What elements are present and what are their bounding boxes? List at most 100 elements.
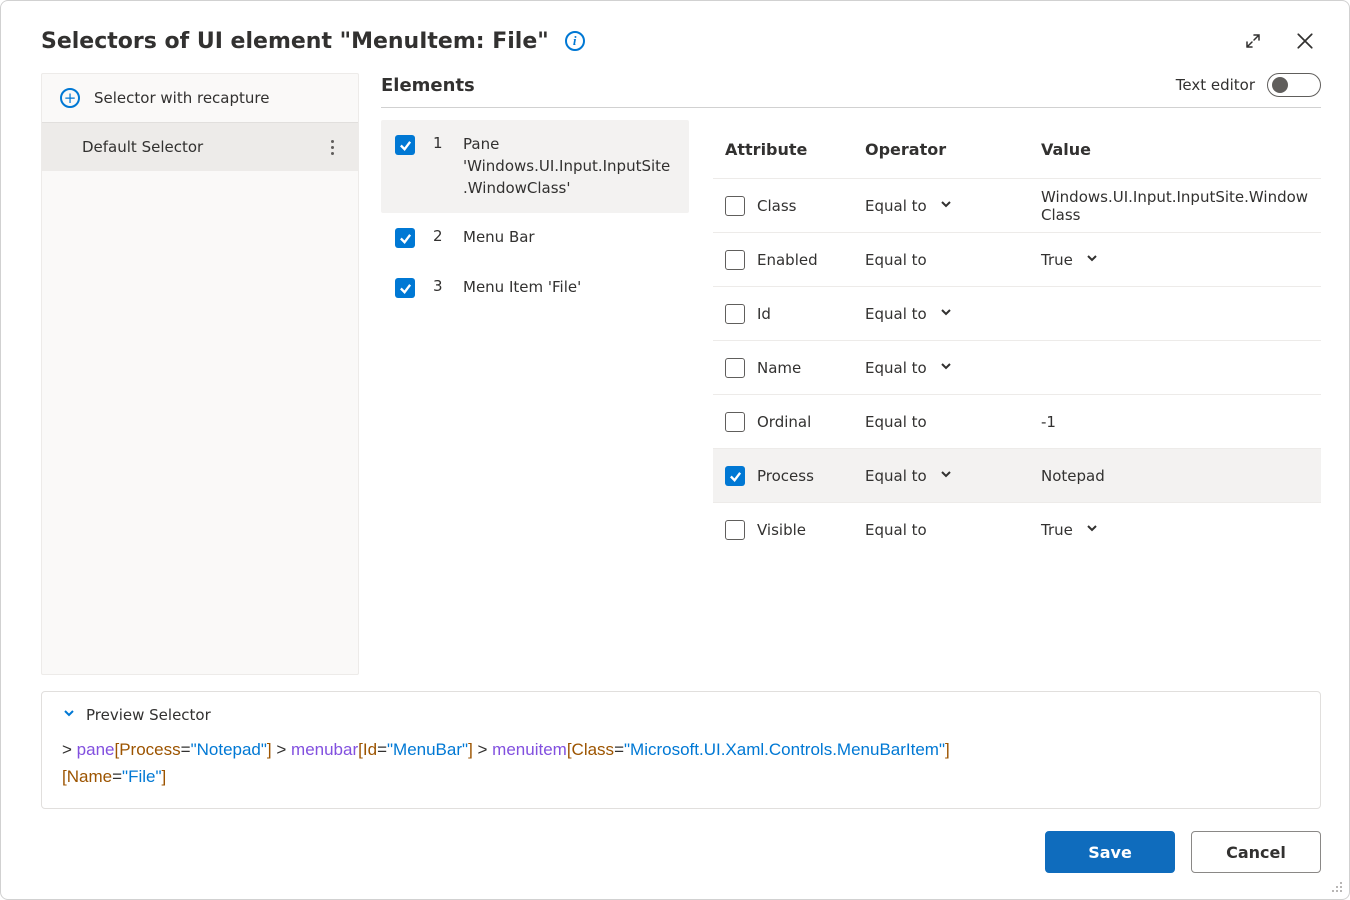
attribute-operator: Equal to	[865, 197, 927, 215]
main-header: Elements Text editor	[381, 73, 1321, 108]
attribute-table-header: Attribute Operator Value	[713, 120, 1321, 178]
dialog-title: Selectors of UI element "MenuItem: File"	[41, 29, 549, 54]
preview-token: =	[181, 740, 191, 759]
attribute-row[interactable]: IdEqual to	[713, 286, 1321, 340]
preview-token: =	[377, 740, 387, 759]
element-checkbox[interactable]	[395, 135, 415, 155]
preview-token: >	[473, 740, 492, 759]
preview-token: Id	[363, 740, 377, 759]
titlebar: Selectors of UI element "MenuItem: File"…	[1, 1, 1349, 73]
element-row[interactable]: 3 Menu Item 'File'	[381, 263, 689, 313]
sidebar-selector-item[interactable]: Default Selector	[42, 123, 358, 171]
element-name: Pane 'Windows.UI.Input.InputSite.WindowC…	[463, 134, 675, 199]
close-icon[interactable]	[1289, 25, 1321, 57]
chevron-down-icon	[62, 706, 76, 724]
attribute-name: Ordinal	[757, 413, 811, 431]
attribute-checkbox[interactable]	[725, 250, 745, 270]
attribute-row[interactable]: Enabled Equal to True	[713, 232, 1321, 286]
preview-token: menubar	[291, 740, 358, 759]
element-index: 2	[433, 227, 445, 245]
text-editor-label: Text editor	[1176, 76, 1255, 94]
attribute-row[interactable]: Class Equal to Windows.UI.Input.InputSite.…	[713, 178, 1321, 232]
chevron-down-icon[interactable]	[939, 359, 953, 377]
element-index: 3	[433, 277, 445, 295]
element-row[interactable]: 2 Menu Bar	[381, 213, 689, 263]
plus-icon: +	[60, 88, 80, 108]
attribute-name: Class	[757, 197, 796, 215]
selector-builder-dialog: Selectors of UI element "MenuItem: File"…	[0, 0, 1350, 900]
preview-token: >	[62, 740, 77, 759]
chevron-down-icon[interactable]	[1085, 521, 1099, 539]
preview-token: "File"	[122, 767, 161, 786]
preview-title: Preview Selector	[86, 706, 211, 724]
more-icon[interactable]	[322, 137, 342, 157]
col-operator: Operator	[865, 140, 1041, 159]
attribute-operator: Equal to	[865, 251, 927, 269]
attribute-value: -1	[1041, 413, 1056, 431]
attribute-checkbox[interactable]	[725, 520, 745, 540]
attribute-checkbox[interactable]	[725, 358, 745, 378]
attribute-row[interactable]: ProcessEqual toNotepad	[713, 448, 1321, 502]
preview-token: Process	[119, 740, 180, 759]
selector-with-recapture-button[interactable]: + Selector with recapture	[42, 74, 358, 123]
chevron-down-icon[interactable]	[1085, 251, 1099, 269]
element-checkbox[interactable]	[395, 278, 415, 298]
attribute-checkbox[interactable]	[725, 466, 745, 486]
element-checkbox[interactable]	[395, 228, 415, 248]
attribute-row[interactable]: Ordinal Equal to -1	[713, 394, 1321, 448]
attribute-value: True	[1041, 521, 1073, 539]
preview-token: >	[272, 740, 291, 759]
expand-icon[interactable]	[1237, 25, 1269, 57]
preview-token: =	[112, 767, 122, 786]
preview-token: =	[614, 740, 624, 759]
info-icon[interactable]: i	[565, 31, 585, 51]
attribute-operator: Equal to	[865, 521, 927, 539]
attribute-name: Id	[757, 305, 771, 323]
attribute-name: Visible	[757, 521, 806, 539]
attribute-operator: Equal to	[865, 467, 927, 485]
preview-token: Class	[572, 740, 615, 759]
attribute-checkbox[interactable]	[725, 304, 745, 324]
save-button[interactable]: Save	[1045, 831, 1175, 873]
attribute-checkbox[interactable]	[725, 412, 745, 432]
attribute-operator: Equal to	[865, 413, 927, 431]
text-editor-toggle[interactable]	[1267, 73, 1321, 97]
resize-handle-icon[interactable]	[1329, 879, 1343, 893]
col-attribute: Attribute	[725, 140, 865, 159]
element-name: Menu Bar	[463, 227, 535, 249]
preview-token: Name	[67, 767, 112, 786]
elements-heading: Elements	[381, 75, 475, 96]
toggle-knob	[1272, 77, 1288, 93]
attribute-row[interactable]: Visible Equal to True	[713, 502, 1321, 556]
elements-list: 1 Pane 'Windows.UI.Input.InputSite.Window…	[381, 120, 689, 675]
recapture-label: Selector with recapture	[94, 89, 269, 107]
attribute-name: Enabled	[757, 251, 818, 269]
preview-token: menuitem	[492, 740, 567, 759]
preview-token: pane	[77, 740, 115, 759]
element-name: Menu Item 'File'	[463, 277, 581, 299]
cancel-button[interactable]: Cancel	[1191, 831, 1321, 873]
col-value: Value	[1041, 140, 1309, 159]
selector-sidebar: + Selector with recapture Default Select…	[41, 73, 359, 675]
chevron-down-icon[interactable]	[939, 467, 953, 485]
attribute-row[interactable]: NameEqual to	[713, 340, 1321, 394]
dialog-footer: Save Cancel	[1, 809, 1349, 899]
preview-toggle[interactable]: Preview Selector	[62, 706, 1300, 724]
attribute-name: Name	[757, 359, 801, 377]
chevron-down-icon[interactable]	[939, 305, 953, 323]
preview-token: ]	[945, 740, 950, 759]
chevron-down-icon[interactable]	[939, 197, 953, 215]
attribute-value: Windows.UI.Input.InputSite.WindowClass	[1041, 188, 1309, 224]
sidebar-selector-label: Default Selector	[82, 138, 203, 156]
attribute-table: Attribute Operator Value Class Equal to Wi…	[713, 120, 1321, 675]
preview-token: ]	[162, 767, 167, 786]
element-index: 1	[433, 134, 445, 152]
preview-selector-panel: Preview Selector > pane[Process="Notepad…	[41, 691, 1321, 809]
preview-token: "Microsoft.UI.Xaml.Controls.MenuBarItem"	[624, 740, 945, 759]
preview-token: "MenuBar"	[387, 740, 468, 759]
attribute-checkbox[interactable]	[725, 196, 745, 216]
attribute-value: Notepad	[1041, 467, 1105, 485]
attribute-value: True	[1041, 251, 1073, 269]
preview-token: "Notepad"	[191, 740, 267, 759]
element-row[interactable]: 1 Pane 'Windows.UI.Input.InputSite.Window…	[381, 120, 689, 213]
